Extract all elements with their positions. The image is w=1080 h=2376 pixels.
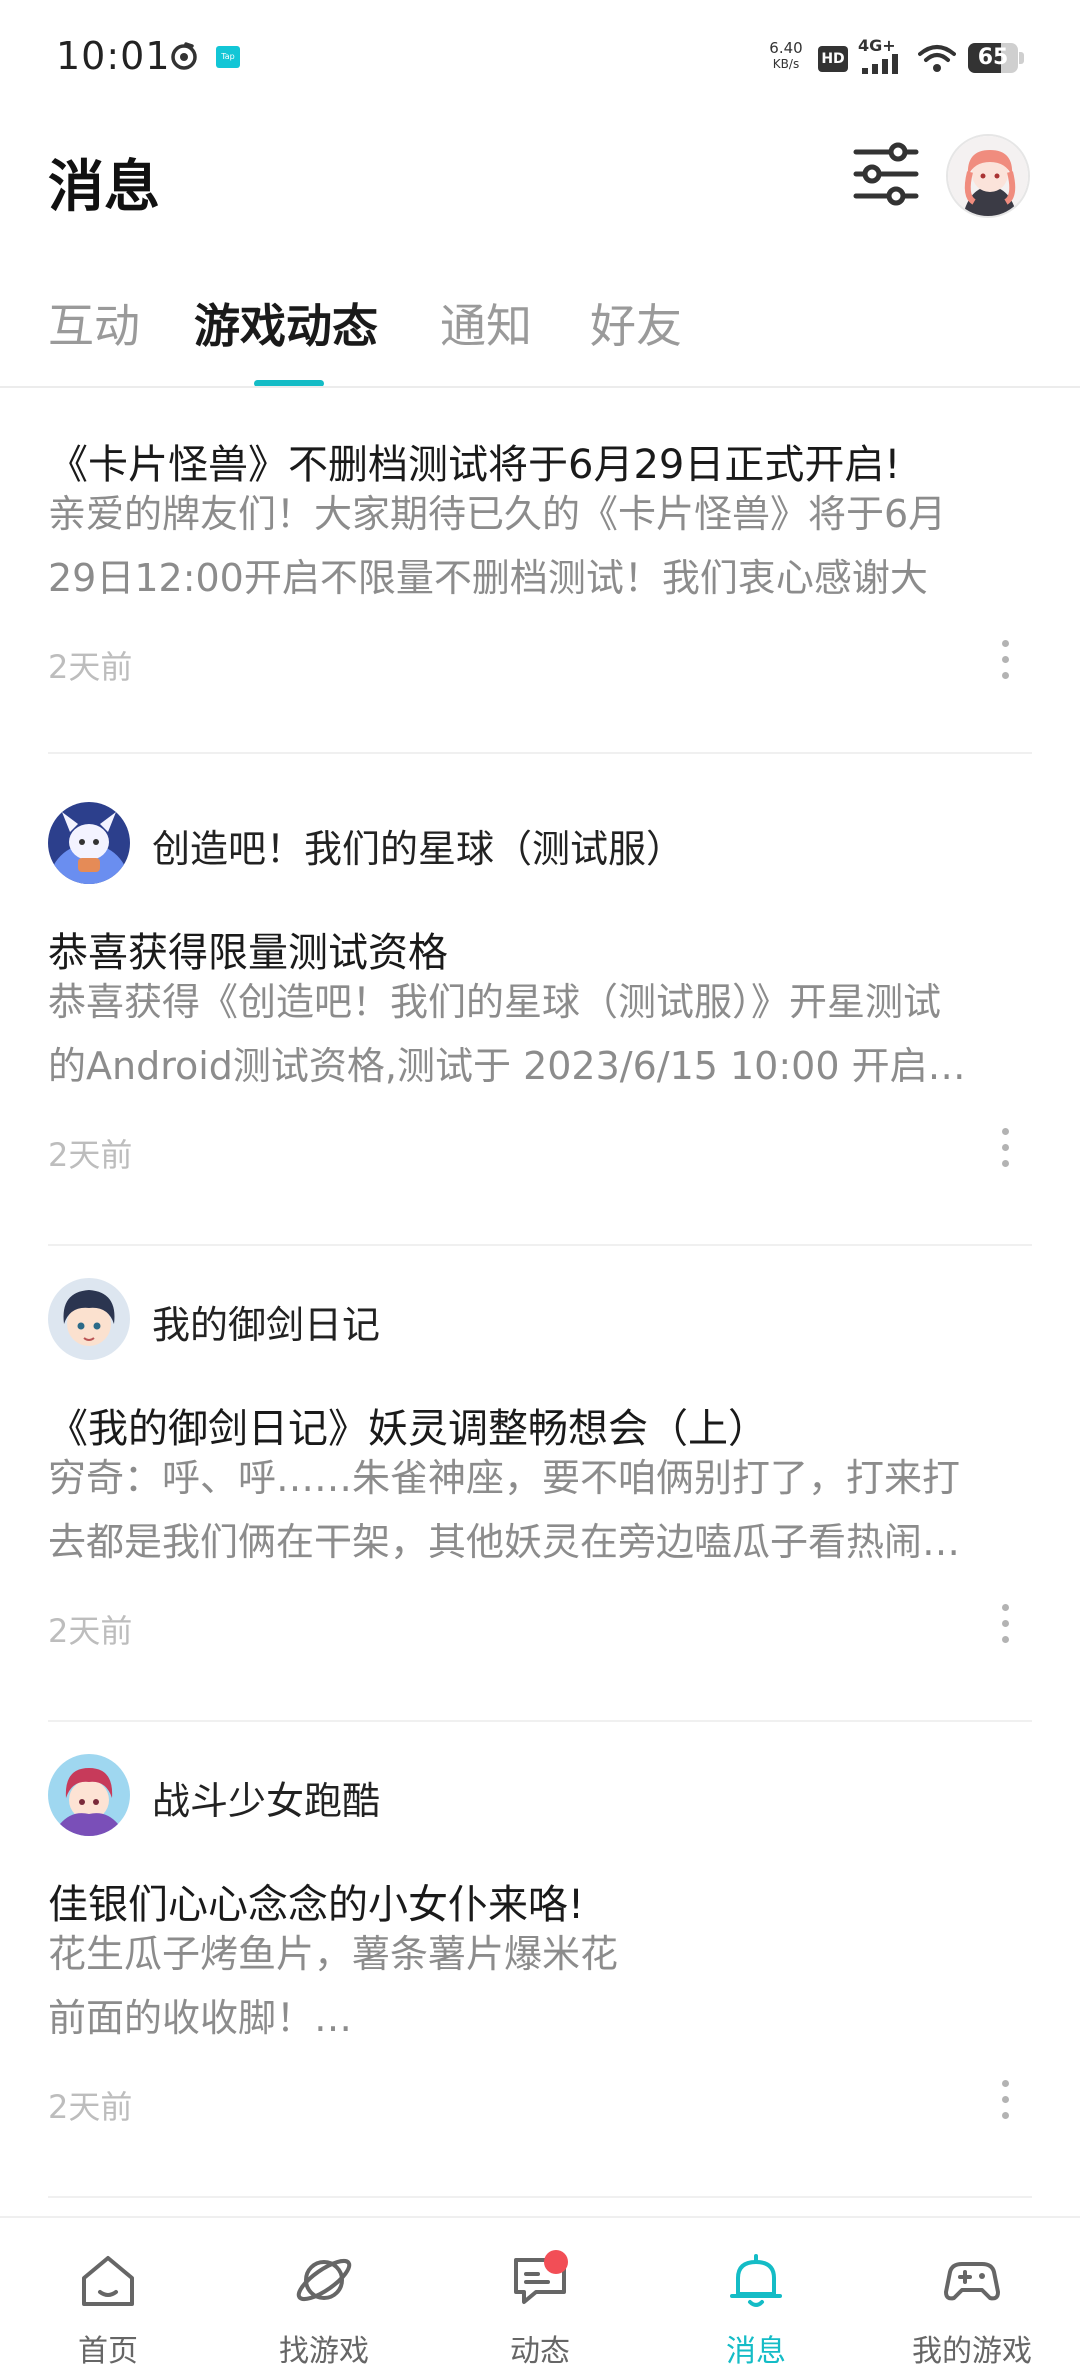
news-time: 2天前: [48, 1136, 133, 1174]
filter-sliders-icon[interactable]: [850, 142, 922, 206]
game-news-feed: 《卡片怪兽》不删档测试将于6月29日正式开启! 亲爱的牌友们！大家期待已久的《卡…: [0, 388, 1080, 2216]
nav-my-games[interactable]: 我的游戏: [864, 2218, 1080, 2376]
card-divider: [48, 1720, 1032, 1722]
more-options-icon[interactable]: [998, 638, 1012, 682]
nav-label: 动态: [510, 2334, 570, 2369]
news-time: 2天前: [48, 2088, 133, 2126]
news-body-line: 亲爱的牌友们！大家期待已久的《卡片怪兽》将于6月: [48, 492, 947, 536]
game-name[interactable]: 我的御剑日记: [152, 1294, 380, 1349]
news-card[interactable]: 《卡片怪兽》不删档测试将于6月29日正式开启! 亲爱的牌友们！大家期待已久的《卡…: [0, 388, 1080, 778]
network-type: 4G+: [858, 36, 896, 55]
news-time: 2天前: [48, 648, 133, 686]
tab-game-news[interactable]: 游戏动态: [194, 290, 378, 356]
runner-girl-avatar-icon: [48, 1754, 130, 1836]
notification-badge: [544, 2250, 568, 2274]
card-divider: [48, 752, 1032, 754]
planet-icon: [296, 2258, 352, 2302]
creature-planet-avatar-icon: [48, 802, 130, 884]
signal-bars-icon: [862, 54, 898, 74]
news-time: 2天前: [48, 1612, 133, 1650]
card-divider: [48, 1244, 1032, 1246]
game-name[interactable]: 创造吧！我们的星球（测试服）: [152, 818, 684, 873]
nav-label: 找游戏: [279, 2334, 369, 2369]
messages-screen: 10:01 Tap 6.40 KB/s HD 4G+ 65 消息 互动 游戏动态…: [0, 0, 1080, 2376]
news-body-line: 去都是我们俩在干架，其他妖灵在旁边嗑瓜子看热闹…: [48, 1520, 961, 1564]
news-body-line: 29日12:00开启不限量不删档测试！我们衷心感谢大: [48, 556, 928, 600]
gamepad-icon: [944, 2262, 1000, 2301]
nav-home[interactable]: 首页: [0, 2218, 216, 2376]
news-card[interactable]: 创造吧！我们的星球（测试服） 恭喜获得限量测试资格 恭喜获得《创造吧！我们的星球…: [0, 802, 1080, 1278]
more-options-icon[interactable]: [998, 2078, 1012, 2122]
bell-icon: [730, 2254, 782, 2307]
news-body-line: 前面的收收脚！…: [48, 1996, 353, 2040]
signal-icon: 4G+: [858, 36, 906, 76]
network-speed-value: 6.40: [769, 39, 803, 57]
wifi-icon: [918, 45, 956, 72]
network-speed: 6.40 KB/s: [762, 40, 810, 72]
home-icon: [82, 2256, 134, 2306]
game-avatar: [48, 802, 130, 884]
status-bar: 10:01 Tap 6.40 KB/s HD 4G+ 65: [0, 0, 1080, 120]
game-name[interactable]: 战斗少女跑酷: [152, 1770, 380, 1825]
sword-hero-avatar-icon: [48, 1278, 130, 1360]
network-speed-unit: KB/s: [772, 57, 800, 71]
tab-interaction[interactable]: 互动: [48, 290, 140, 356]
status-time: 10:01: [56, 34, 171, 78]
nav-find-games[interactable]: 找游戏: [216, 2218, 432, 2376]
news-body-line: 花生瓜子烤鱼片，薯条薯片爆米花: [48, 1932, 619, 1976]
user-avatar[interactable]: [946, 134, 1030, 218]
tab-friends[interactable]: 好友: [590, 290, 682, 356]
news-body-line: 恭喜获得《创造吧！我们的星球（测试服）》开星测试: [48, 980, 942, 1024]
news-body: 花生瓜子烤鱼片，薯条薯片爆米花 前面的收收脚！…: [48, 1922, 1032, 2050]
news-card[interactable]: 战斗少女跑酷 佳银们心心念念的小女仆来咯! 花生瓜子烤鱼片，薯条薯片爆米花 前面…: [0, 1754, 1080, 2216]
hd-icon: HD: [818, 46, 848, 72]
bottom-navigation: 首页 找游戏 动态 消息 我的游戏: [0, 2216, 1080, 2376]
nav-label: 消息: [726, 2334, 786, 2369]
nav-feed[interactable]: 动态: [432, 2218, 648, 2376]
more-options-icon[interactable]: [998, 1126, 1012, 1170]
news-body-line: 的Android测试资格,测试于 2023/6/15 10:00 开启…: [48, 1044, 966, 1088]
news-card[interactable]: 我的御剑日记 《我的御剑日记》妖灵调整畅想会（上） 穷奇：呼、呼……朱雀神座，要…: [0, 1278, 1080, 1754]
nav-label: 首页: [78, 2334, 138, 2369]
anime-girl-avatar-icon: [948, 136, 1028, 216]
nav-messages[interactable]: 消息: [648, 2218, 864, 2376]
tab-notifications[interactable]: 通知: [440, 290, 532, 356]
music-app-icon: [171, 42, 197, 70]
news-body-line: 穷奇：呼、呼……朱雀神座，要不咱俩别打了，打来打: [48, 1456, 961, 1500]
game-avatar: [48, 1278, 130, 1360]
news-body: 亲爱的牌友们！大家期待已久的《卡片怪兽》将于6月 29日12:00开启不限量不删…: [48, 482, 1032, 610]
news-body: 穷奇：呼、呼……朱雀神座，要不咱俩别打了，打来打 去都是我们俩在干架，其他妖灵在…: [48, 1446, 1032, 1574]
more-options-icon[interactable]: [998, 1602, 1012, 1646]
game-avatar: [48, 1754, 130, 1836]
battery-level: 65: [977, 45, 1009, 70]
tab-bar: 互动 游戏动态 通知 好友: [0, 290, 1080, 390]
news-body: 恭喜获得《创造吧！我们的星球（测试服）》开星测试 的Android测试资格,测试…: [48, 970, 1032, 1098]
page-title: 消息: [48, 155, 160, 220]
nav-label: 我的游戏: [912, 2334, 1032, 2369]
tap-app-icon: Tap: [216, 46, 240, 68]
card-divider: [48, 2196, 1032, 2198]
battery-icon: 65: [968, 43, 1024, 73]
